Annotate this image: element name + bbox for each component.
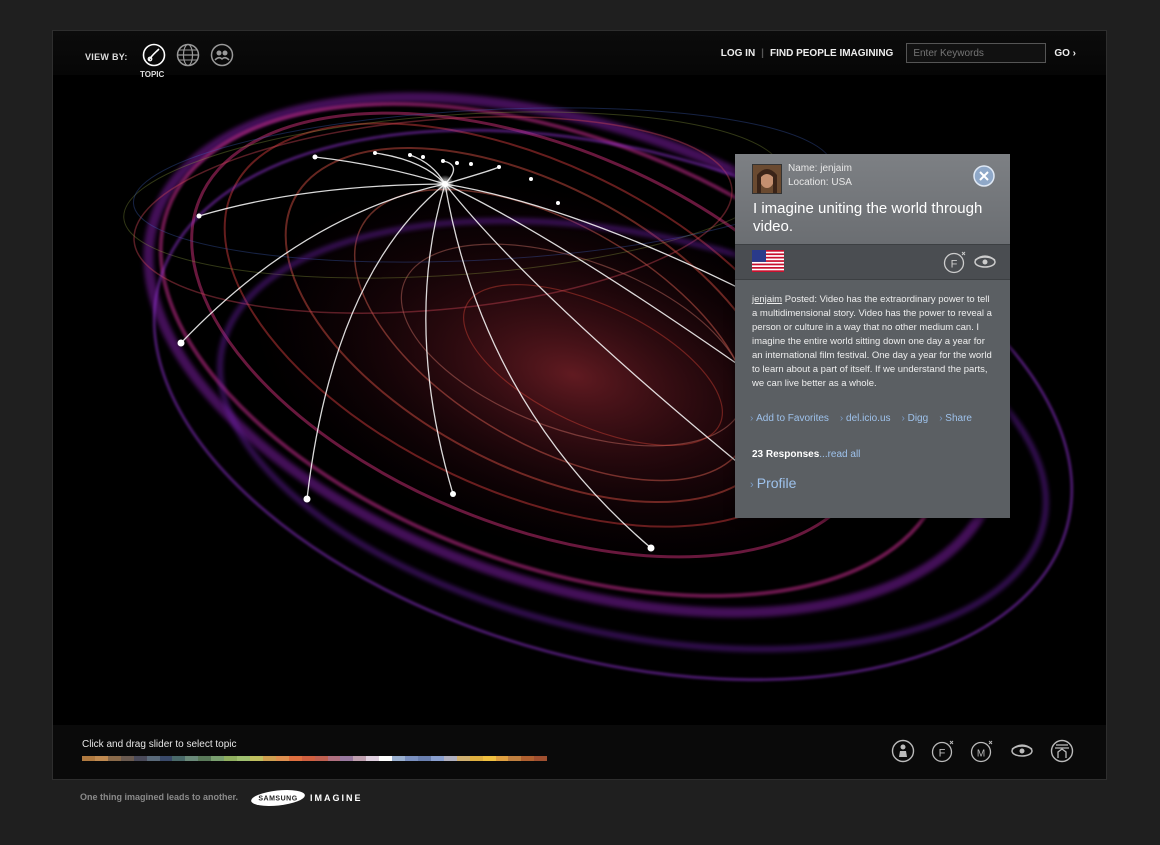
profile-link[interactable]: Profile	[750, 475, 797, 491]
f-icon[interactable]: F	[931, 739, 955, 763]
post-actions: Add to Favorites del.icio.us Digg Share	[750, 413, 972, 424]
person-icon[interactable]	[891, 739, 915, 763]
svg-text:F: F	[951, 259, 958, 271]
responses: 23 Responses...read all	[752, 449, 860, 460]
people-icon[interactable]	[210, 43, 234, 67]
responses-count: 23 Responses	[752, 449, 820, 460]
samsung-logo[interactable]: SAMSUNG	[250, 789, 306, 807]
post-card: Name: jenjaim Location: USA I imagine un…	[735, 154, 1010, 518]
slider-label: Click and drag slider to select topic	[82, 739, 237, 750]
post-body: jenjaim Posted: Video has the extraordin…	[752, 293, 992, 391]
f-icon[interactable]: F	[943, 250, 967, 274]
app-frame: VIEW BY: TOPIC LOG IN | FIND PEOPLE IMAG…	[52, 30, 1107, 780]
go-button[interactable]: GO ›	[1054, 48, 1076, 59]
svg-text:SAMSUNG: SAMSUNG	[258, 796, 297, 803]
search-input[interactable]	[906, 43, 1047, 63]
top-nav: LOG IN | FIND PEOPLE IMAGINING GO ›	[721, 43, 1076, 63]
delicious-link[interactable]: del.icio.us	[840, 413, 890, 424]
add-to-favorites-link[interactable]: Add to Favorites	[750, 413, 829, 424]
eye-icon[interactable]	[973, 250, 997, 274]
read-all-link[interactable]: ...read all	[819, 449, 860, 460]
topic-icon[interactable]	[142, 43, 166, 67]
eye-icon[interactable]	[1010, 739, 1034, 763]
avatar[interactable]	[752, 164, 782, 194]
card-icon-strip: F	[735, 244, 1010, 280]
view-by-label: VIEW BY:	[85, 52, 128, 62]
digg-link[interactable]: Digg	[902, 413, 929, 424]
card-header: Name: jenjaim Location: USA I imagine un…	[735, 154, 1010, 244]
post-user-link[interactable]: jenjaim	[752, 294, 782, 305]
globe-icon[interactable]	[176, 43, 200, 67]
top-bar: VIEW BY: TOPIC LOG IN | FIND PEOPLE IMAG…	[53, 31, 1106, 79]
usa-flag-icon	[752, 250, 784, 272]
bottom-bar: Click and drag slider to select topic F	[53, 725, 1106, 779]
post-headline: I imagine uniting the world through vide…	[753, 200, 983, 235]
author-name: Name: jenjaim	[788, 163, 852, 174]
m-icon[interactable]: M	[970, 739, 994, 763]
nav-divider: |	[761, 47, 764, 59]
find-people-link[interactable]: FIND PEOPLE IMAGINING	[770, 48, 893, 59]
home-icon[interactable]	[1050, 739, 1074, 763]
author-location: Location: USA	[788, 177, 852, 188]
svg-text:F: F	[939, 748, 946, 760]
share-link[interactable]: Share	[939, 413, 972, 424]
topic-slider[interactable]	[82, 756, 548, 761]
post-text: Posted: Video has the extraordinary powe…	[752, 294, 992, 389]
imagine-wordmark: IMAGINE	[310, 793, 363, 803]
footer-tagline: One thing imagined leads to another.	[80, 792, 239, 802]
close-icon[interactable]	[973, 165, 995, 187]
svg-text:M: M	[977, 749, 985, 760]
login-link[interactable]: LOG IN	[721, 48, 755, 59]
